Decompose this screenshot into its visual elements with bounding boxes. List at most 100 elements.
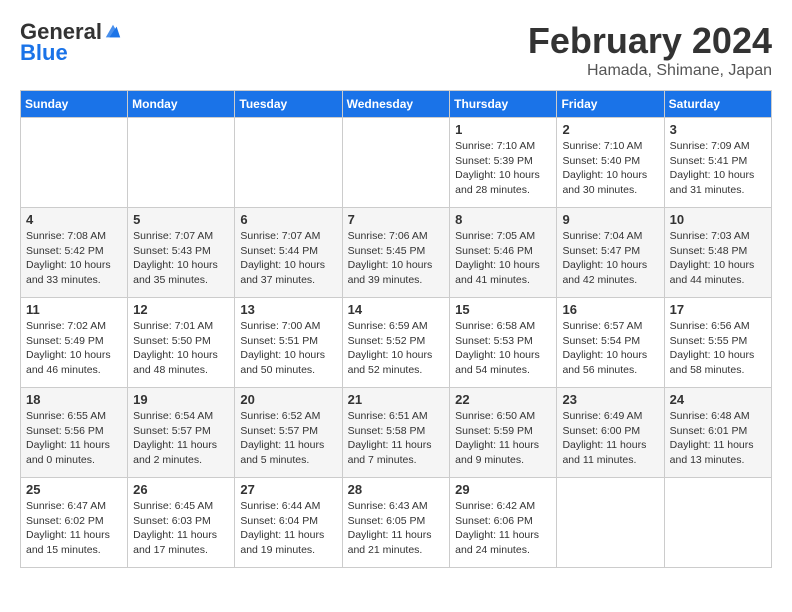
calendar-cell <box>664 478 771 568</box>
cell-content: 17Sunrise: 6:56 AM Sunset: 5:55 PM Dayli… <box>670 302 766 378</box>
cell-content: 24Sunrise: 6:48 AM Sunset: 6:01 PM Dayli… <box>670 392 766 468</box>
calendar-cell: 8Sunrise: 7:05 AM Sunset: 5:46 PM Daylig… <box>450 208 557 298</box>
cell-content: 10Sunrise: 7:03 AM Sunset: 5:48 PM Dayli… <box>670 212 766 288</box>
cell-content: 20Sunrise: 6:52 AM Sunset: 5:57 PM Dayli… <box>240 392 336 468</box>
cell-content: 27 Sunrise: 6:44 AM Sunset: 6:04 PM Dayli… <box>240 482 336 558</box>
calendar-cell: 25 Sunrise: 6:47 AM Sunset: 6:02 PM Dayli… <box>21 478 128 568</box>
day-info: Sunrise: 6:44 AM Sunset: 6:04 PM Dayligh… <box>240 499 336 558</box>
cell-content: 15Sunrise: 6:58 AM Sunset: 5:53 PM Dayli… <box>455 302 551 378</box>
day-info: Sunrise: 6:47 AM Sunset: 6:02 PM Dayligh… <box>26 499 122 558</box>
cell-content: 9 Sunrise: 7:04 AM Sunset: 5:47 PM Daylig… <box>562 212 658 288</box>
calendar-body: 1Sunrise: 7:10 AM Sunset: 5:39 PM Daylig… <box>21 118 772 568</box>
cell-content: 4 Sunrise: 7:08 AM Sunset: 5:42 PM Daylig… <box>26 212 122 288</box>
calendar-cell: 19 Sunrise: 6:54 AM Sunset: 5:57 PM Dayli… <box>128 388 235 478</box>
cell-content: 2Sunrise: 7:10 AM Sunset: 5:40 PM Daylig… <box>562 122 658 198</box>
cell-content: 3Sunrise: 7:09 AM Sunset: 5:41 PM Daylig… <box>670 122 766 198</box>
day-number: 15 <box>455 302 551 317</box>
day-info: Sunrise: 6:57 AM Sunset: 5:54 PM Dayligh… <box>562 319 658 378</box>
day-number: 24 <box>670 392 766 407</box>
day-info: Sunrise: 6:54 AM Sunset: 5:57 PM Dayligh… <box>133 409 229 468</box>
calendar-cell: 22Sunrise: 6:50 AM Sunset: 5:59 PM Dayli… <box>450 388 557 478</box>
day-info: Sunrise: 7:03 AM Sunset: 5:48 PM Dayligh… <box>670 229 766 288</box>
location-title: Hamada, Shimane, Japan <box>528 62 772 80</box>
day-number: 29 <box>455 482 551 497</box>
cell-content: 5Sunrise: 7:07 AM Sunset: 5:43 PM Daylig… <box>133 212 229 288</box>
cell-content: 22Sunrise: 6:50 AM Sunset: 5:59 PM Dayli… <box>455 392 551 468</box>
cell-content: 6 Sunrise: 7:07 AM Sunset: 5:44 PM Daylig… <box>240 212 336 288</box>
calendar-cell: 26 Sunrise: 6:45 AM Sunset: 6:03 PM Dayli… <box>128 478 235 568</box>
calendar-cell <box>235 118 342 208</box>
day-number: 28 <box>348 482 445 497</box>
day-info: Sunrise: 7:06 AM Sunset: 5:45 PM Dayligh… <box>348 229 445 288</box>
cell-content: 14 Sunrise: 6:59 AM Sunset: 5:52 PM Dayli… <box>348 302 445 378</box>
calendar-cell: 18 Sunrise: 6:55 AM Sunset: 5:56 PM Dayli… <box>21 388 128 478</box>
day-number: 7 <box>348 212 445 227</box>
page-header: General Blue February 2024 Hamada, Shima… <box>20 20 772 80</box>
cell-content: 18 Sunrise: 6:55 AM Sunset: 5:56 PM Dayli… <box>26 392 122 468</box>
day-number: 9 <box>562 212 658 227</box>
day-number: 3 <box>670 122 766 137</box>
calendar-cell: 11Sunrise: 7:02 AM Sunset: 5:49 PM Dayli… <box>21 298 128 388</box>
calendar-cell: 21 Sunrise: 6:51 AM Sunset: 5:58 PM Dayli… <box>342 388 450 478</box>
weekday-header-cell: Friday <box>557 91 664 118</box>
day-info: Sunrise: 6:59 AM Sunset: 5:52 PM Dayligh… <box>348 319 445 378</box>
day-number: 4 <box>26 212 122 227</box>
day-info: Sunrise: 7:08 AM Sunset: 5:42 PM Dayligh… <box>26 229 122 288</box>
cell-content: 26 Sunrise: 6:45 AM Sunset: 6:03 PM Dayli… <box>133 482 229 558</box>
day-info: Sunrise: 6:43 AM Sunset: 6:05 PM Dayligh… <box>348 499 445 558</box>
day-info: Sunrise: 6:45 AM Sunset: 6:03 PM Dayligh… <box>133 499 229 558</box>
day-info: Sunrise: 6:52 AM Sunset: 5:57 PM Dayligh… <box>240 409 336 468</box>
day-number: 18 <box>26 392 122 407</box>
day-number: 21 <box>348 392 445 407</box>
calendar-cell: 3Sunrise: 7:09 AM Sunset: 5:41 PM Daylig… <box>664 118 771 208</box>
day-number: 1 <box>455 122 551 137</box>
calendar-cell: 20Sunrise: 6:52 AM Sunset: 5:57 PM Dayli… <box>235 388 342 478</box>
calendar-cell: 12Sunrise: 7:01 AM Sunset: 5:50 PM Dayli… <box>128 298 235 388</box>
day-info: Sunrise: 6:55 AM Sunset: 5:56 PM Dayligh… <box>26 409 122 468</box>
calendar-cell: 29Sunrise: 6:42 AM Sunset: 6:06 PM Dayli… <box>450 478 557 568</box>
cell-content: 8Sunrise: 7:05 AM Sunset: 5:46 PM Daylig… <box>455 212 551 288</box>
logo-icon <box>104 23 122 41</box>
day-number: 11 <box>26 302 122 317</box>
calendar-cell: 27 Sunrise: 6:44 AM Sunset: 6:04 PM Dayli… <box>235 478 342 568</box>
calendar-cell: 13Sunrise: 7:00 AM Sunset: 5:51 PM Dayli… <box>235 298 342 388</box>
day-number: 27 <box>240 482 336 497</box>
day-number: 6 <box>240 212 336 227</box>
calendar-cell: 9 Sunrise: 7:04 AM Sunset: 5:47 PM Daylig… <box>557 208 664 298</box>
calendar-week-row: 18 Sunrise: 6:55 AM Sunset: 5:56 PM Dayli… <box>21 388 772 478</box>
calendar-cell: 5Sunrise: 7:07 AM Sunset: 5:43 PM Daylig… <box>128 208 235 298</box>
day-number: 25 <box>26 482 122 497</box>
calendar-cell: 16 Sunrise: 6:57 AM Sunset: 5:54 PM Dayli… <box>557 298 664 388</box>
calendar-cell: 6 Sunrise: 7:07 AM Sunset: 5:44 PM Daylig… <box>235 208 342 298</box>
day-info: Sunrise: 7:10 AM Sunset: 5:40 PM Dayligh… <box>562 139 658 198</box>
calendar-cell: 14 Sunrise: 6:59 AM Sunset: 5:52 PM Dayli… <box>342 298 450 388</box>
day-number: 16 <box>562 302 658 317</box>
cell-content: 28 Sunrise: 6:43 AM Sunset: 6:05 PM Dayli… <box>348 482 445 558</box>
logo: General Blue <box>20 20 122 66</box>
calendar-cell <box>128 118 235 208</box>
weekday-header-cell: Monday <box>128 91 235 118</box>
cell-content: 23Sunrise: 6:49 AM Sunset: 6:00 PM Dayli… <box>562 392 658 468</box>
cell-content: 29Sunrise: 6:42 AM Sunset: 6:06 PM Dayli… <box>455 482 551 558</box>
calendar-cell <box>21 118 128 208</box>
day-info: Sunrise: 6:50 AM Sunset: 5:59 PM Dayligh… <box>455 409 551 468</box>
cell-content: 1Sunrise: 7:10 AM Sunset: 5:39 PM Daylig… <box>455 122 551 198</box>
day-number: 5 <box>133 212 229 227</box>
day-number: 14 <box>348 302 445 317</box>
cell-content: 25 Sunrise: 6:47 AM Sunset: 6:02 PM Dayli… <box>26 482 122 558</box>
calendar-cell: 2Sunrise: 7:10 AM Sunset: 5:40 PM Daylig… <box>557 118 664 208</box>
weekday-header-row: SundayMondayTuesdayWednesdayThursdayFrid… <box>21 91 772 118</box>
day-info: Sunrise: 7:04 AM Sunset: 5:47 PM Dayligh… <box>562 229 658 288</box>
calendar-cell <box>557 478 664 568</box>
month-title: February 2024 <box>528 20 772 62</box>
day-number: 19 <box>133 392 229 407</box>
cell-content: 19 Sunrise: 6:54 AM Sunset: 5:57 PM Dayli… <box>133 392 229 468</box>
day-number: 17 <box>670 302 766 317</box>
day-info: Sunrise: 6:51 AM Sunset: 5:58 PM Dayligh… <box>348 409 445 468</box>
day-number: 26 <box>133 482 229 497</box>
calendar-week-row: 1Sunrise: 7:10 AM Sunset: 5:39 PM Daylig… <box>21 118 772 208</box>
day-info: Sunrise: 7:01 AM Sunset: 5:50 PM Dayligh… <box>133 319 229 378</box>
day-info: Sunrise: 7:07 AM Sunset: 5:44 PM Dayligh… <box>240 229 336 288</box>
day-info: Sunrise: 7:00 AM Sunset: 5:51 PM Dayligh… <box>240 319 336 378</box>
calendar-cell: 10Sunrise: 7:03 AM Sunset: 5:48 PM Dayli… <box>664 208 771 298</box>
